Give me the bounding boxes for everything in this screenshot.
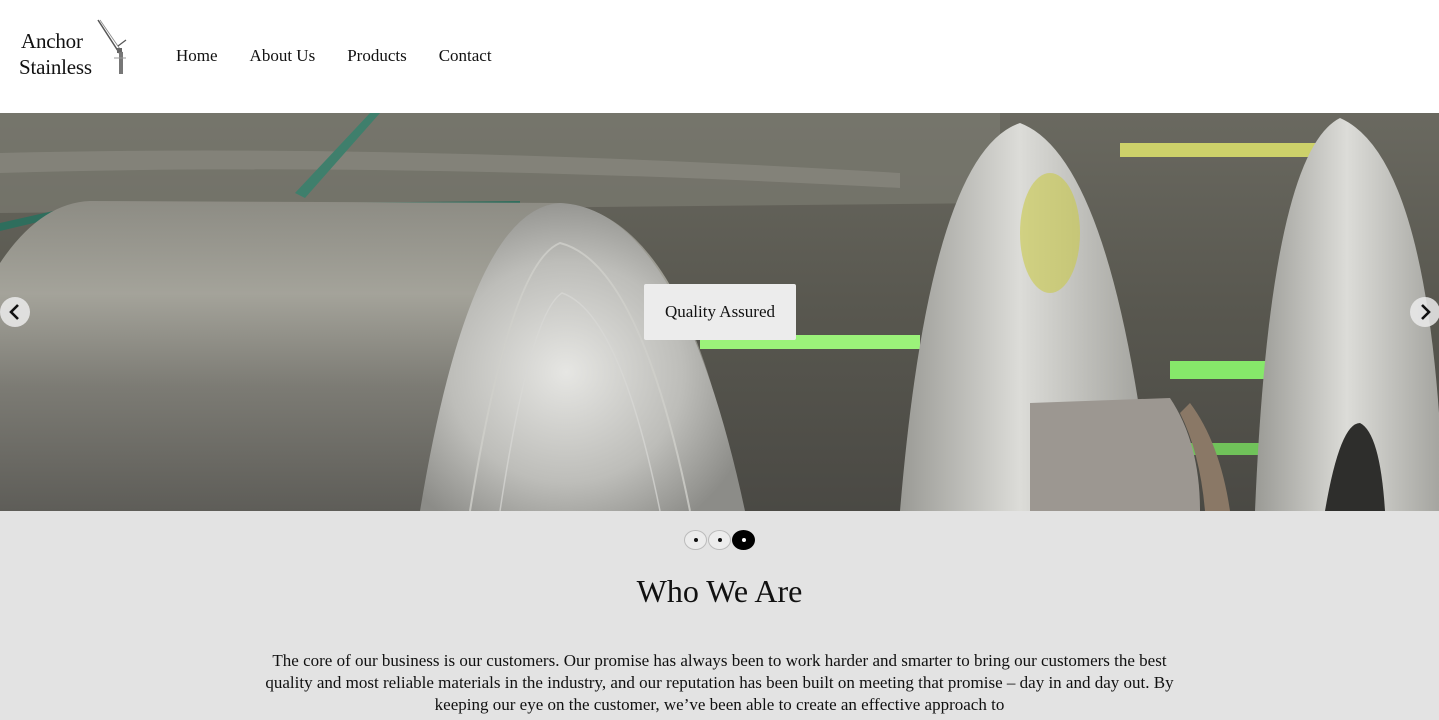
chevron-left-icon — [9, 304, 19, 320]
nav-item-about-us[interactable]: About Us — [250, 44, 316, 68]
slider-dot-2[interactable] — [708, 530, 731, 550]
chevron-right-icon — [1421, 304, 1431, 320]
brand-name: Anchor Stainless — [19, 28, 92, 80]
hero-caption: Quality Assured — [644, 284, 796, 340]
slider-next-button[interactable] — [1410, 297, 1439, 327]
nav-item-contact[interactable]: Contact — [439, 44, 492, 68]
who-we-are-section: Who We Are The core of our business is o… — [0, 511, 1439, 720]
slider-dot-3[interactable] — [732, 530, 755, 550]
crane-icon — [97, 19, 127, 74]
slider-prev-button[interactable] — [0, 297, 30, 327]
brand-logo[interactable]: Anchor Stainless — [19, 18, 134, 80]
section-body: The core of our business is our customer… — [265, 651, 1174, 714]
slider-dots — [684, 530, 755, 550]
slider-dot-1[interactable] — [684, 530, 707, 550]
nav-item-home[interactable]: Home — [176, 44, 218, 68]
section-title: Who We Are — [636, 573, 803, 609]
main-nav: Home About Us Products Contact — [176, 44, 524, 68]
brand-line-1: Anchor — [21, 29, 83, 53]
brand-line-2: Stainless — [19, 55, 92, 79]
nav-item-products[interactable]: Products — [347, 44, 407, 68]
hero-slider: Quality Assured — [0, 113, 1439, 511]
site-header: Anchor Stainless Home About Us Products … — [0, 0, 1439, 113]
